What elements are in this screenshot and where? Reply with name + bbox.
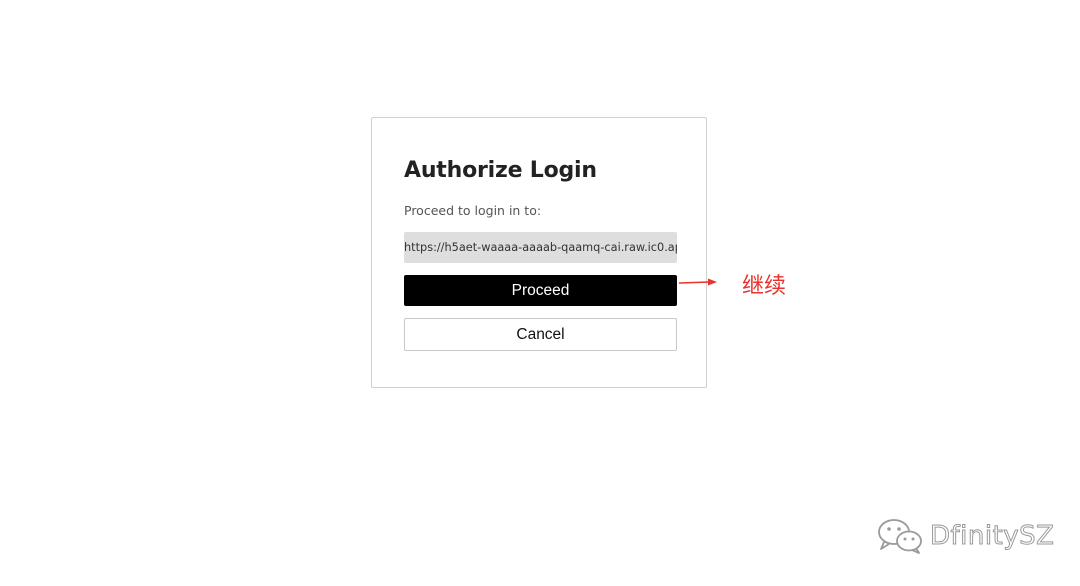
dialog-title: Authorize Login [404,158,597,183]
proceed-button[interactable]: Proceed [404,275,677,306]
wechat-icon [878,519,922,554]
dialog-subtitle: Proceed to login in to: [404,203,542,218]
arrow-icon [678,278,717,286]
cancel-button[interactable]: Cancel [404,318,677,351]
target-url-field: https://h5aet-waaaa-aaaab-qaamq-cai.raw.… [404,232,677,263]
authorize-dialog: Authorize Login Proceed to login in to: … [371,117,707,388]
watermark: DfinitySZ [876,516,1055,556]
page: Authorize Login Proceed to login in to: … [0,0,1080,586]
annotation-label: 继续 [742,274,787,299]
watermark-text: DfinitySZ [930,521,1055,552]
